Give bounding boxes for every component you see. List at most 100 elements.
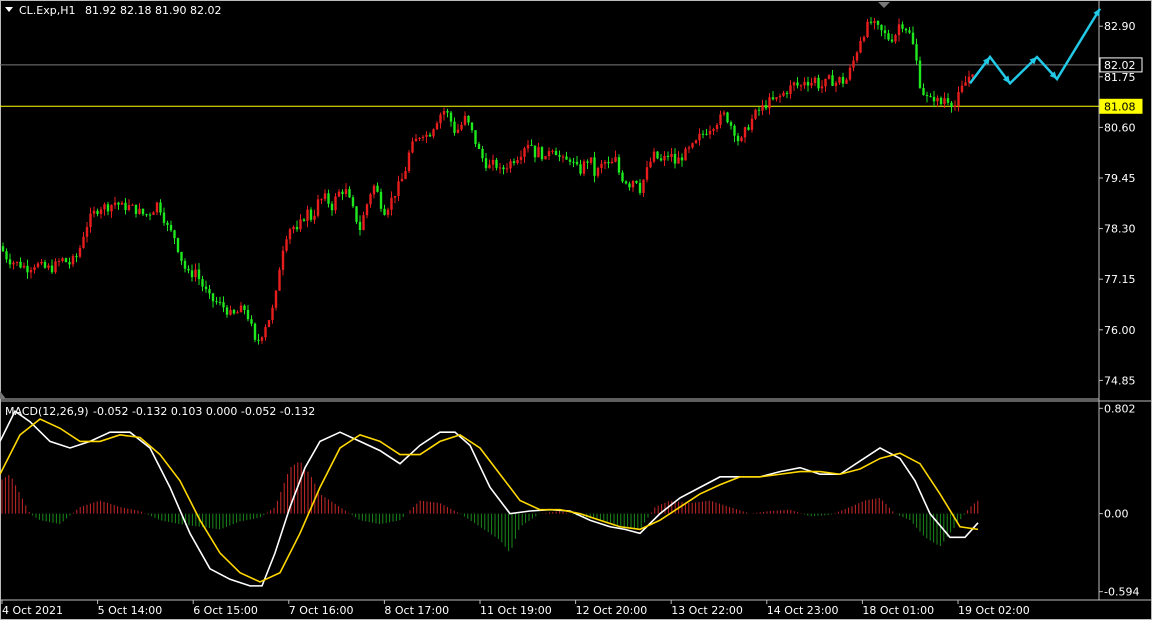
candle-body — [652, 151, 656, 162]
candle-body — [740, 137, 743, 142]
candle-body — [173, 230, 176, 239]
candle-body — [57, 261, 61, 263]
candle-body — [306, 209, 309, 221]
candle-body — [348, 189, 351, 198]
candle-body — [432, 129, 435, 137]
candle-body — [75, 256, 78, 258]
candle-body — [785, 92, 789, 94]
candle-body — [600, 163, 603, 168]
candle-body — [211, 293, 215, 302]
candle-body — [355, 206, 358, 222]
candle-body — [467, 115, 470, 123]
candle-body — [61, 258, 64, 262]
candle-body — [369, 194, 372, 205]
time-tick-label: 14 Oct 23:00 — [767, 604, 839, 617]
candle-body — [204, 286, 208, 290]
candle-body — [512, 161, 516, 164]
candle-body — [117, 202, 120, 205]
candle-body — [596, 167, 600, 176]
candle-body — [50, 265, 54, 273]
candle-body — [344, 189, 348, 195]
candle-body — [138, 208, 141, 214]
candle-body — [932, 96, 936, 102]
candle-body — [337, 191, 341, 197]
candle-body — [579, 164, 582, 174]
price-tick-label: 82.90 — [1104, 20, 1136, 33]
candle-body — [435, 123, 439, 130]
time-tick-label: 4 Oct 2021 — [2, 604, 63, 617]
candle-body — [19, 261, 22, 268]
candle-body — [232, 309, 236, 314]
candle-body — [302, 219, 306, 221]
candle-body — [705, 133, 708, 135]
candle-body — [446, 111, 449, 113]
candle-body — [617, 157, 621, 173]
candle-body — [323, 193, 327, 200]
candle-body — [799, 85, 803, 87]
candle-body — [607, 162, 610, 164]
candle-body — [722, 112, 726, 115]
candle-body — [929, 96, 932, 98]
candle-body — [747, 127, 750, 130]
price-tick-label: 80.60 — [1104, 121, 1136, 134]
candle-body — [855, 52, 859, 61]
candle-body — [764, 105, 768, 109]
candle-body — [267, 319, 271, 327]
candle-body — [89, 213, 92, 228]
candle-body — [533, 145, 537, 158]
price-tick-label: 77.15 — [1104, 273, 1136, 286]
horizontal-level-tag-label: 81.08 — [1104, 100, 1136, 113]
candle-body — [218, 302, 222, 304]
candle-body — [757, 109, 761, 111]
candle-body — [236, 312, 239, 314]
candle-body — [106, 204, 110, 212]
candle-body — [663, 155, 666, 161]
candle-body — [96, 210, 99, 214]
candle-body — [54, 261, 57, 273]
candle-body — [246, 309, 250, 320]
candle-body — [922, 87, 925, 95]
candle-body — [666, 155, 670, 157]
candle-body — [33, 267, 36, 270]
candle-body — [810, 83, 813, 86]
candle-body — [449, 112, 453, 122]
candle-body — [5, 251, 8, 260]
time-tick-label: 12 Oct 20:00 — [576, 604, 648, 617]
candle-body — [180, 251, 183, 261]
candle-body — [460, 124, 463, 130]
candle-body — [274, 290, 278, 308]
candle-body — [110, 204, 113, 212]
candle-body — [915, 44, 918, 61]
time-tick-label: 5 Oct 14:00 — [98, 604, 163, 617]
candle-body — [691, 143, 694, 148]
candle-body — [474, 130, 477, 145]
candle-body — [621, 172, 624, 182]
candle-body — [572, 161, 575, 163]
candle-body — [176, 238, 180, 252]
candle-body — [645, 167, 649, 180]
candle-body — [12, 262, 15, 265]
candle-body — [642, 179, 645, 193]
candle-body — [162, 212, 166, 223]
candle-body — [824, 78, 827, 87]
candle-body — [428, 134, 432, 137]
candle-body — [540, 147, 544, 160]
candle-body — [894, 35, 897, 42]
candle-body — [1, 246, 5, 252]
candle-body — [638, 182, 642, 193]
candle-body — [215, 301, 218, 303]
candle-body — [341, 191, 344, 195]
candle-body — [778, 95, 782, 98]
candle-body — [820, 86, 824, 89]
price-tick-label: 74.85 — [1104, 374, 1136, 387]
candle-body — [701, 133, 705, 135]
candle-body — [848, 67, 852, 80]
candle-body — [519, 156, 523, 160]
candle-body — [208, 289, 211, 294]
candle-body — [610, 161, 614, 164]
trading-chart[interactable]: 82.90 81.75 80.60 79.45 78.30 77.15 76.00 74.85… — [0, 0, 1152, 620]
candle-body — [439, 114, 442, 124]
candle-body — [421, 136, 425, 138]
candle-body — [589, 157, 593, 163]
chart-frame — [0, 0, 1152, 620]
